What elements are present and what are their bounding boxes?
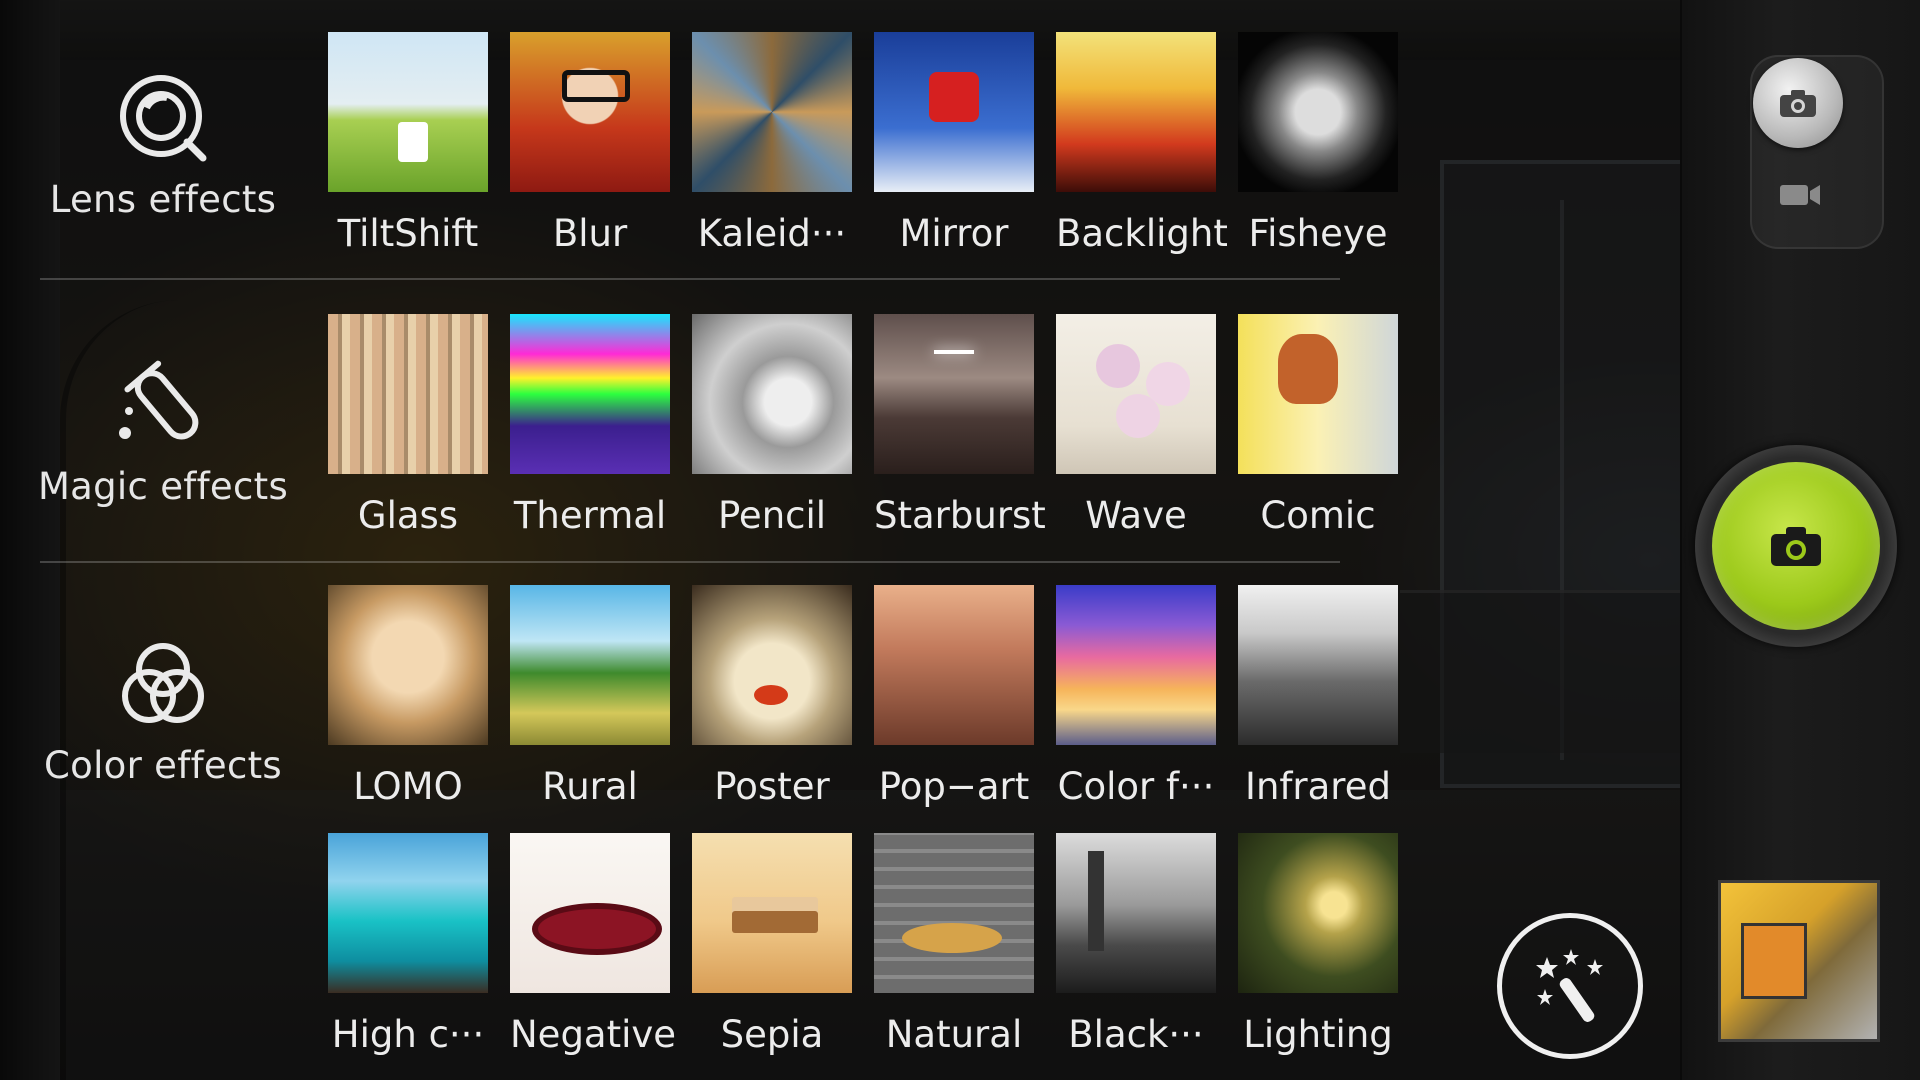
effect-thumbnail — [510, 833, 670, 993]
effect-label: TiltShift — [337, 212, 479, 255]
effect-thumbnail — [1238, 32, 1398, 192]
effect-poster[interactable]: Poster — [692, 585, 852, 808]
effect-label: Glass — [357, 494, 459, 537]
effect-glass[interactable]: Glass — [328, 314, 488, 537]
category-label: Magic effects — [37, 465, 289, 508]
effect-label: Negative — [510, 1013, 677, 1056]
gallery-thumbnail[interactable] — [1718, 880, 1880, 1042]
effect-mirror[interactable]: Mirror — [874, 32, 1034, 255]
effect-natural[interactable]: Natural — [874, 833, 1034, 1056]
category-divider — [40, 278, 1340, 280]
effect-thumbnail — [692, 833, 852, 993]
effect-kaleidoscope[interactable]: Kaleid··· — [692, 32, 852, 255]
category-label: Color effects — [44, 744, 282, 787]
effect-fisheye[interactable]: Fisheye — [1238, 32, 1398, 255]
lens-effects-icon — [120, 75, 207, 162]
effect-thumbnail — [692, 585, 852, 745]
effect-label: Kaleid··· — [697, 212, 847, 255]
effect-label: Fisheye — [1248, 212, 1388, 255]
effect-thumbnail — [1056, 32, 1216, 192]
effect-thumbnail — [510, 314, 670, 474]
effect-rural[interactable]: Rural — [510, 585, 670, 808]
effect-thumbnail — [510, 32, 670, 192]
effect-thumbnail — [1238, 314, 1398, 474]
effect-label: Wave — [1085, 494, 1187, 537]
effect-label: Color f··· — [1057, 765, 1215, 808]
effect-thumbnail — [874, 585, 1034, 745]
effect-label: Infrared — [1245, 765, 1391, 808]
camera-icon — [1771, 527, 1821, 566]
effect-thumbnail — [328, 32, 488, 192]
photo-mode-button[interactable] — [1753, 58, 1843, 148]
effect-label: Sepia — [720, 1013, 824, 1056]
category-label: Lens effects — [49, 178, 277, 221]
category-lens-effects: Lens effects — [0, 72, 326, 221]
effect-thumbnail — [692, 314, 852, 474]
effect-tiltshift[interactable]: TiltShift — [328, 32, 488, 255]
effect-lomo[interactable]: LOMO — [328, 585, 488, 808]
effect-thumbnail — [1056, 314, 1216, 474]
category-magic-effects: Magic effects — [0, 355, 326, 508]
shutter-button[interactable] — [1712, 462, 1880, 630]
video-mode-button[interactable] — [1773, 175, 1827, 215]
effect-infrared[interactable]: Infrared — [1238, 585, 1398, 808]
effect-black-white[interactable]: Black··· — [1056, 833, 1216, 1056]
category-color-effects: Color effects — [0, 638, 326, 787]
effect-label: Thermal — [513, 494, 667, 537]
effect-label: Lighting — [1243, 1013, 1393, 1056]
effect-label: Starburst — [874, 494, 1046, 537]
effect-thumbnail — [328, 585, 488, 745]
effect-label: Mirror — [899, 212, 1009, 255]
video-camera-icon — [1780, 185, 1820, 205]
effect-label: Natural — [885, 1013, 1023, 1056]
effect-lighting[interactable]: Lighting — [1238, 833, 1398, 1056]
effect-thumbnail — [874, 833, 1034, 993]
effect-thumbnail — [874, 32, 1034, 192]
effect-label: Rural — [542, 765, 638, 808]
effect-thumbnail — [1056, 585, 1216, 745]
effect-label: Blur — [552, 212, 628, 255]
effect-label: Backlight — [1056, 212, 1228, 255]
effect-thumbnail — [1238, 585, 1398, 745]
effect-comic[interactable]: Comic — [1238, 314, 1398, 537]
effect-thumbnail — [692, 32, 852, 192]
effect-label: Black··· — [1068, 1013, 1204, 1056]
magic-wand-icon — [1536, 949, 1603, 1022]
effect-label: LOMO — [353, 765, 463, 808]
magic-effects-icon — [119, 360, 199, 440]
effect-thumbnail — [874, 314, 1034, 474]
effect-color-filter[interactable]: Color f··· — [1056, 585, 1216, 808]
effect-wave[interactable]: Wave — [1056, 314, 1216, 537]
color-effects-icon — [122, 643, 204, 723]
effect-thumbnail — [1238, 833, 1398, 993]
camera-icon — [1780, 90, 1816, 117]
effect-label: Pop−art — [878, 765, 1030, 808]
effect-backlight[interactable]: Backlight — [1056, 32, 1228, 255]
effect-pop-art[interactable]: Pop−art — [874, 585, 1034, 808]
effect-blur[interactable]: Blur — [510, 32, 670, 255]
effect-label: Poster — [714, 765, 830, 808]
magic-effects-button[interactable] — [1497, 913, 1643, 1059]
effect-thumbnail — [1056, 833, 1216, 993]
effect-thumbnail — [328, 833, 488, 993]
category-divider — [40, 561, 1340, 563]
effect-negative[interactable]: Negative — [510, 833, 677, 1056]
effect-pencil[interactable]: Pencil — [692, 314, 852, 537]
effect-high-contrast[interactable]: High c··· — [328, 833, 488, 1056]
effect-sepia[interactable]: Sepia — [692, 833, 852, 1056]
effect-thermal[interactable]: Thermal — [510, 314, 670, 537]
effect-thumbnail — [328, 314, 488, 474]
effect-thumbnail — [510, 585, 670, 745]
effect-label: Pencil — [717, 494, 827, 537]
effect-label: High c··· — [331, 1013, 485, 1056]
effect-label: Comic — [1260, 494, 1376, 537]
effect-starburst[interactable]: Starburst — [874, 314, 1046, 537]
